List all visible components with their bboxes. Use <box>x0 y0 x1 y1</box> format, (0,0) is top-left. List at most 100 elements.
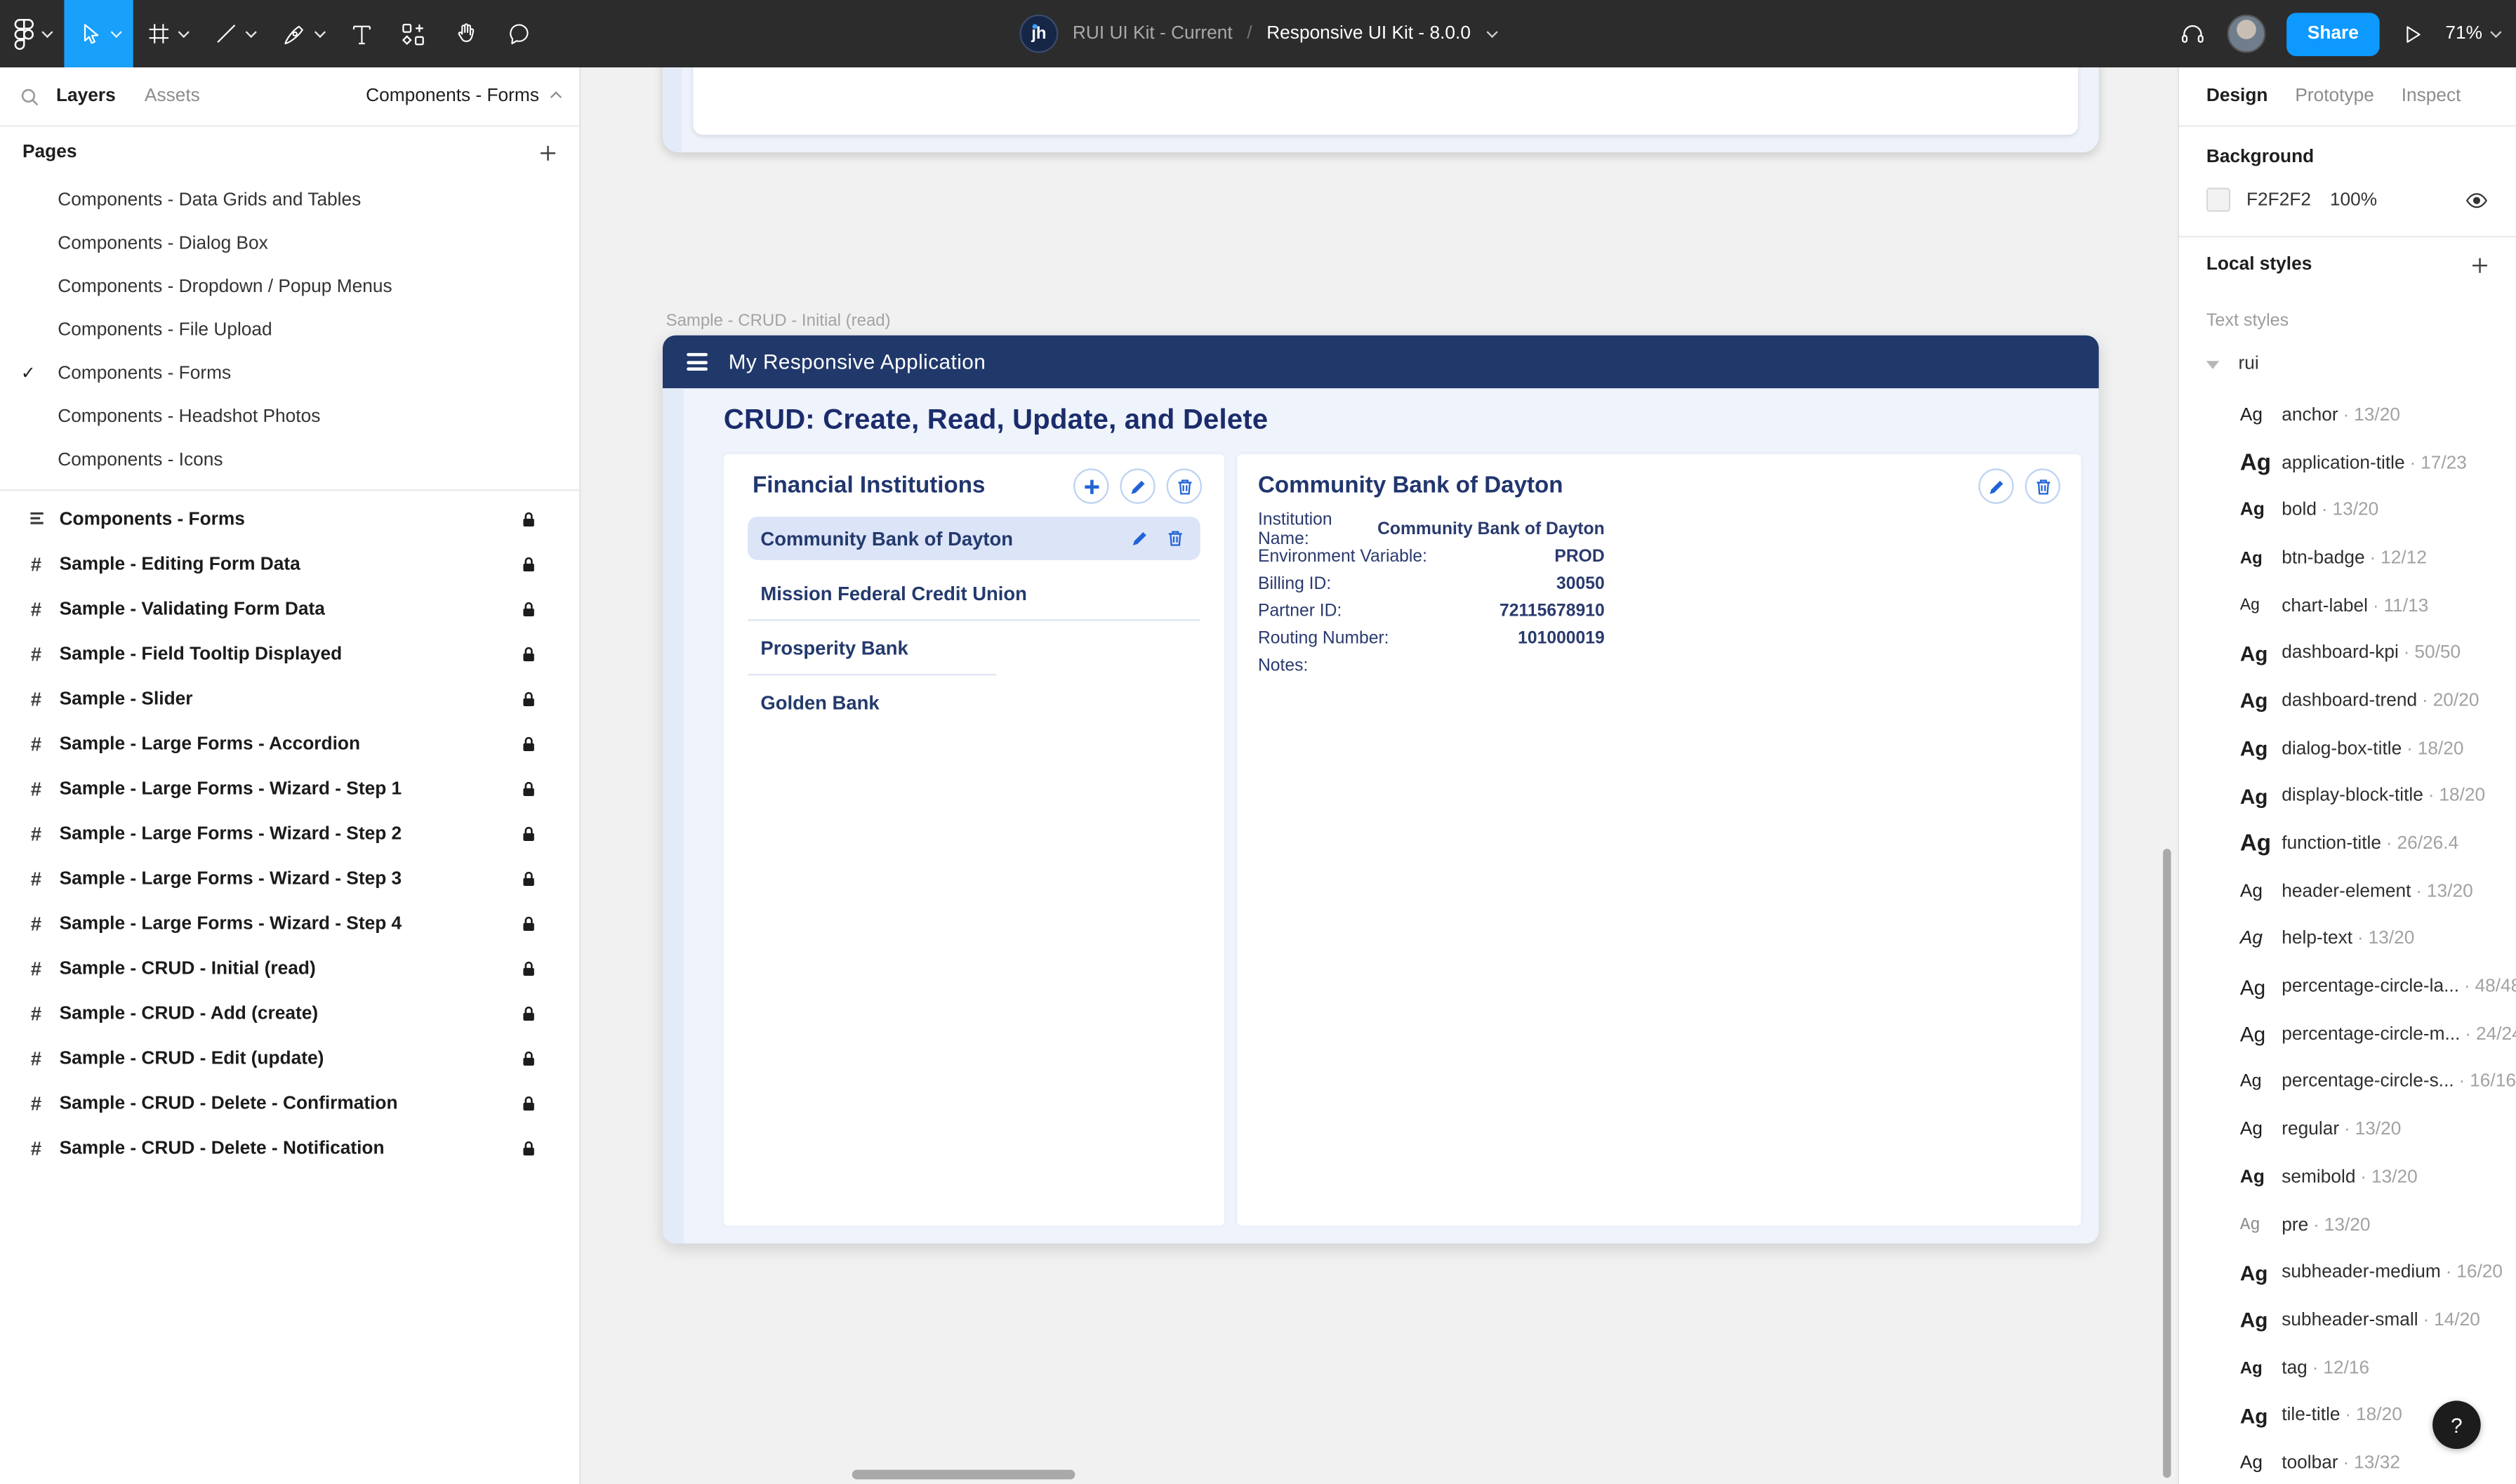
layer-list-item[interactable]: # Components - Forms <box>0 498 579 543</box>
layer-list-item[interactable]: # Sample - Validating Form Data <box>0 588 579 632</box>
delete-detail-button[interactable] <box>2025 468 2060 503</box>
current-page-selector[interactable]: Components - Forms <box>366 86 560 105</box>
text-style-item[interactable]: Ag btn-badge · 12/12 <box>2179 534 2516 582</box>
text-style-item[interactable]: Ag display-block-title · 18/20 <box>2179 773 2516 821</box>
text-style-item[interactable]: Ag subheader-medium · 16/20 <box>2179 1249 2516 1297</box>
page-list-item[interactable]: ✓ Components - Headshot Photos <box>0 395 579 438</box>
lock-icon[interactable] <box>522 690 536 709</box>
main-menu-button[interactable] <box>0 0 64 67</box>
institution-row[interactable]: Prosperity Bank <box>748 625 1200 669</box>
text-style-item[interactable]: Ag header-element · 13/20 <box>2179 868 2516 915</box>
tab-inspect[interactable]: Inspect <box>2402 86 2461 105</box>
lock-icon[interactable] <box>522 735 536 754</box>
comment-tool-button[interactable] <box>493 0 545 67</box>
tab-layers[interactable]: Layers <box>56 86 116 105</box>
layer-list-item[interactable]: # Sample - CRUD - Add (create) <box>0 992 579 1037</box>
text-style-item[interactable]: Ag percentage-circle-la... · 48/48 <box>2179 963 2516 1011</box>
org-avatar[interactable]: jh <box>1019 15 1058 53</box>
delete-institution-button[interactable] <box>1167 468 1202 503</box>
text-tool-button[interactable] <box>337 0 387 67</box>
page-list-item[interactable]: ✓ Components - Icons <box>0 438 579 482</box>
pen-tool-button[interactable] <box>268 0 337 67</box>
lock-icon[interactable] <box>522 600 536 619</box>
institution-row[interactable]: Community Bank of Dayton <box>748 517 1200 560</box>
chevron-down-icon[interactable] <box>1487 26 1498 37</box>
user-avatar[interactable] <box>2227 15 2266 53</box>
layer-list-item[interactable]: # Sample - Slider <box>0 677 579 722</box>
style-group-row[interactable]: rui <box>2179 343 2516 385</box>
layer-list-item[interactable]: # Sample - CRUD - Delete - Confirmation <box>0 1082 579 1127</box>
text-style-item[interactable]: Ag pre · 13/20 <box>2179 1201 2516 1249</box>
layer-list-item[interactable]: # Sample - CRUD - Initial (read) <box>0 947 579 992</box>
zoom-level-control[interactable]: 71% <box>2445 24 2500 43</box>
page-list-item[interactable]: ✓ Components - Dialog Box <box>0 221 579 265</box>
frame-label[interactable]: Sample - CRUD - Initial (read) <box>666 311 891 330</box>
page-list-item[interactable]: ✓ Components - File Upload <box>0 308 579 352</box>
lock-icon[interactable] <box>522 960 536 979</box>
tab-prototype[interactable]: Prototype <box>2295 86 2374 105</box>
edit-institution-button[interactable] <box>1120 468 1155 503</box>
layer-list-item[interactable]: # Sample - CRUD - Delete - Notification <box>0 1127 579 1172</box>
text-style-item[interactable]: Ag percentage-circle-s... · 16/16 <box>2179 1059 2516 1106</box>
text-style-item[interactable]: Ag tag · 12/16 <box>2179 1344 2516 1392</box>
row-edit-icon[interactable] <box>1131 529 1148 547</box>
partial-frame-above[interactable] <box>663 67 2099 152</box>
lock-icon[interactable] <box>522 1049 536 1068</box>
add-institution-button[interactable] <box>1073 468 1108 503</box>
design-canvas[interactable]: Sample - CRUD - Initial (read) My Respon… <box>581 67 2177 1484</box>
background-hex-value[interactable]: F2F2F2 <box>2246 190 2330 209</box>
breadcrumb-file-name[interactable]: Responsive UI Kit - 8.0.0 <box>1266 24 1471 43</box>
text-style-item[interactable]: Ag help-text · 13/20 <box>2179 915 2516 963</box>
page-list-item[interactable]: ✓ Components - Data Grids and Tables <box>0 178 579 222</box>
add-page-button[interactable] <box>539 144 557 161</box>
color-swatch[interactable] <box>2206 187 2230 211</box>
text-style-item[interactable]: Ag percentage-circle-m... · 24/24 <box>2179 1011 2516 1059</box>
background-opacity-value[interactable]: 100% <box>2330 190 2377 209</box>
lock-icon[interactable] <box>522 780 536 799</box>
text-style-item[interactable]: Ag chart-label · 11/13 <box>2179 582 2516 630</box>
lock-icon[interactable] <box>522 645 536 664</box>
page-list-item[interactable]: ✓ Components - Dropdown / Popup Menus <box>0 265 579 308</box>
lock-icon[interactable] <box>522 1139 536 1158</box>
breadcrumb-project[interactable]: RUI UI Kit - Current <box>1073 24 1233 43</box>
help-button[interactable]: ? <box>2432 1400 2481 1449</box>
layer-list-item[interactable]: # Sample - Field Tooltip Displayed <box>0 632 579 677</box>
institution-row[interactable]: Golden Bank <box>748 680 1200 724</box>
row-delete-icon[interactable] <box>1167 529 1184 547</box>
hand-tool-button[interactable] <box>439 0 492 67</box>
layer-list-item[interactable]: # Sample - Large Forms - Wizard - Step 2 <box>0 812 579 857</box>
layer-list-item[interactable]: # Sample - Editing Form Data <box>0 543 579 588</box>
audio-call-icon[interactable] <box>2179 20 2206 48</box>
search-icon[interactable] <box>19 86 40 107</box>
visibility-eye-icon[interactable] <box>2465 190 2489 209</box>
hamburger-menu-icon[interactable] <box>687 353 708 371</box>
add-style-button[interactable] <box>2471 256 2489 274</box>
tab-design[interactable]: Design <box>2206 86 2268 105</box>
move-tool-button[interactable] <box>64 0 133 67</box>
text-style-item[interactable]: Ag regular · 13/20 <box>2179 1106 2516 1154</box>
text-style-item[interactable]: Ag dashboard-trend · 20/20 <box>2179 677 2516 725</box>
share-button[interactable]: Share <box>2286 12 2379 55</box>
tab-assets[interactable]: Assets <box>145 86 200 105</box>
layer-list-item[interactable]: # Sample - Large Forms - Wizard - Step 1 <box>0 767 579 812</box>
vertical-scrollbar-thumb[interactable] <box>2163 849 2171 1478</box>
lock-icon[interactable] <box>522 1094 536 1113</box>
text-style-item[interactable]: Ag bold · 13/20 <box>2179 486 2516 534</box>
text-style-item[interactable]: Ag application-title · 17/23 <box>2179 439 2516 487</box>
resources-tool-button[interactable] <box>387 0 439 67</box>
horizontal-scrollbar-thumb[interactable] <box>852 1470 1075 1480</box>
text-style-item[interactable]: Ag semibold · 13/20 <box>2179 1153 2516 1201</box>
frame-tool-button[interactable] <box>133 0 201 67</box>
layer-list-item[interactable]: # Sample - Large Forms - Wizard - Step 4 <box>0 902 579 947</box>
layer-list-item[interactable]: # Sample - Large Forms - Accordion <box>0 722 579 767</box>
text-style-item[interactable]: Ag subheader-small · 14/20 <box>2179 1297 2516 1344</box>
shape-tool-button[interactable] <box>201 0 268 67</box>
text-style-item[interactable]: Ag dashboard-kpi · 50/50 <box>2179 630 2516 677</box>
lock-icon[interactable] <box>522 825 536 844</box>
crud-app-frame[interactable]: My Responsive Application CRUD: Create, … <box>663 336 2099 1244</box>
text-style-item[interactable]: Ag anchor · 13/20 <box>2179 392 2516 439</box>
text-style-item[interactable]: Ag dialog-box-title · 18/20 <box>2179 725 2516 773</box>
lock-icon[interactable] <box>522 1005 536 1023</box>
lock-icon[interactable] <box>522 915 536 934</box>
layer-list-item[interactable]: # Sample - CRUD - Edit (update) <box>0 1037 579 1082</box>
